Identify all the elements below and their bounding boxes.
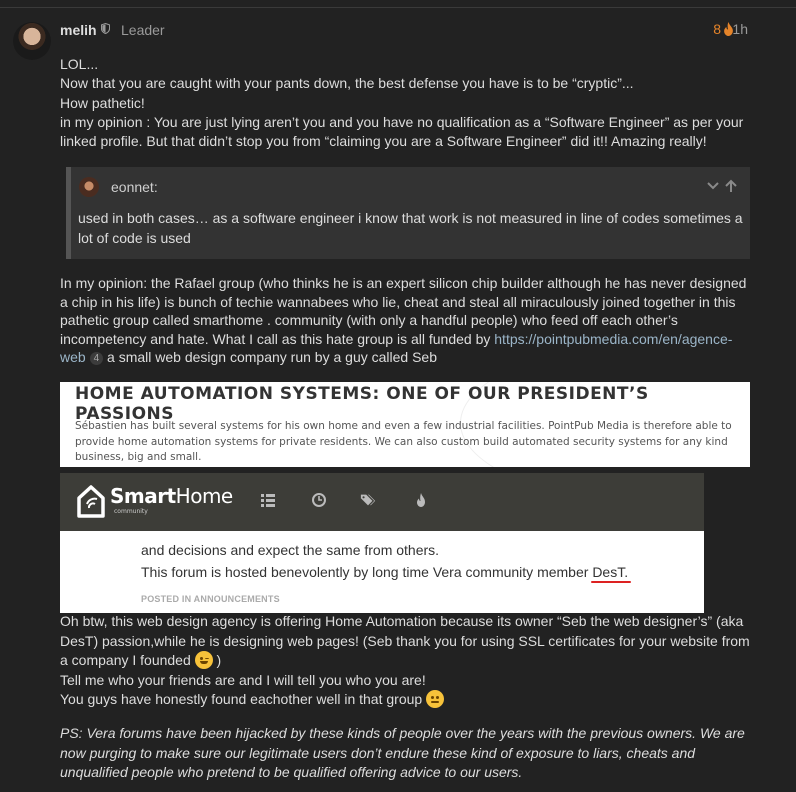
chevron-down-icon: [707, 182, 719, 190]
post-paragraph: In my opinion: the Rafael group (who thi…: [60, 274, 750, 367]
image-text: Sébastien has built several systems for …: [75, 420, 732, 463]
text-line: How pathetic!: [60, 94, 145, 111]
slight-smile-emoji-icon: [426, 690, 445, 708]
list-icon: [261, 494, 275, 507]
smarthome-navbar: SmartHome community: [60, 473, 704, 531]
arrow-up-icon: [725, 179, 737, 192]
divider: [0, 7, 796, 8]
username[interactable]: melih: [60, 22, 97, 38]
posted-in-label: POSTED IN ANNOUNCEMENTS: [141, 594, 280, 604]
quote-avatar[interactable]: [79, 177, 99, 197]
house-logo-icon: [77, 485, 105, 518]
smarthome-logo-sub: community: [114, 508, 148, 515]
tags-icon: [360, 494, 376, 506]
clock-icon: [312, 493, 326, 507]
smarthome-line: This forum is hosted benevolently by lon…: [141, 562, 632, 584]
embedded-image-home-automation[interactable]: HOME AUTOMATION SYSTEMS: ONE OF OUR PRES…: [60, 382, 750, 467]
outro-paragraph: Oh btw, this web design agency is offeri…: [60, 613, 750, 669]
text-line: LOL...: [60, 56, 99, 72]
post-body-outro: Oh btw, this web design agency is offeri…: [60, 612, 760, 710]
user-title: Leader: [121, 22, 165, 38]
post-body-intro: LOL... Now that you are caught with your…: [60, 55, 750, 151]
paragraph-tail: a small web design company run by a guy …: [107, 349, 437, 365]
red-underline: [591, 580, 632, 583]
blockquote: eonnet: used in both cases… as a softwar…: [66, 167, 750, 259]
like-count[interactable]: 8: [713, 21, 721, 37]
outro-line: You guys have honestly found eachother w…: [60, 690, 760, 710]
smarthome-text: and decisions and expect the same from o…: [141, 540, 632, 584]
quote-text: used in both cases… as a software engine…: [78, 210, 743, 246]
text-line: in my opinion : You are just lying aren’…: [60, 113, 744, 150]
wink-emoji-icon: [194, 651, 213, 669]
outro-line: Tell me who your friends are and I will …: [60, 671, 426, 688]
smarthome-logo: SmartHome: [110, 484, 233, 508]
highlighted-name: DesT.: [591, 564, 632, 583]
link-click-count: 4: [89, 352, 104, 365]
quote-username: eonnet:: [111, 179, 158, 195]
image-heading: HOME AUTOMATION SYSTEMS: ONE OF OUR PRES…: [75, 384, 649, 424]
avatar[interactable]: [13, 22, 51, 60]
post-header: melih Leader 8 1h: [60, 20, 796, 40]
ps-note: PS: Vera forums have been hijacked by th…: [60, 725, 745, 780]
shield-icon: [101, 23, 110, 34]
flame-icon: [417, 493, 425, 507]
quote-controls[interactable]: [706, 178, 738, 194]
smarthome-line: and decisions and expect the same from o…: [141, 542, 440, 558]
text-line: Now that you are caught with your pants …: [60, 75, 634, 92]
embedded-image-smarthome[interactable]: SmartHome community and decisions and ex…: [60, 473, 704, 613]
post-age[interactable]: 1h: [732, 21, 748, 37]
